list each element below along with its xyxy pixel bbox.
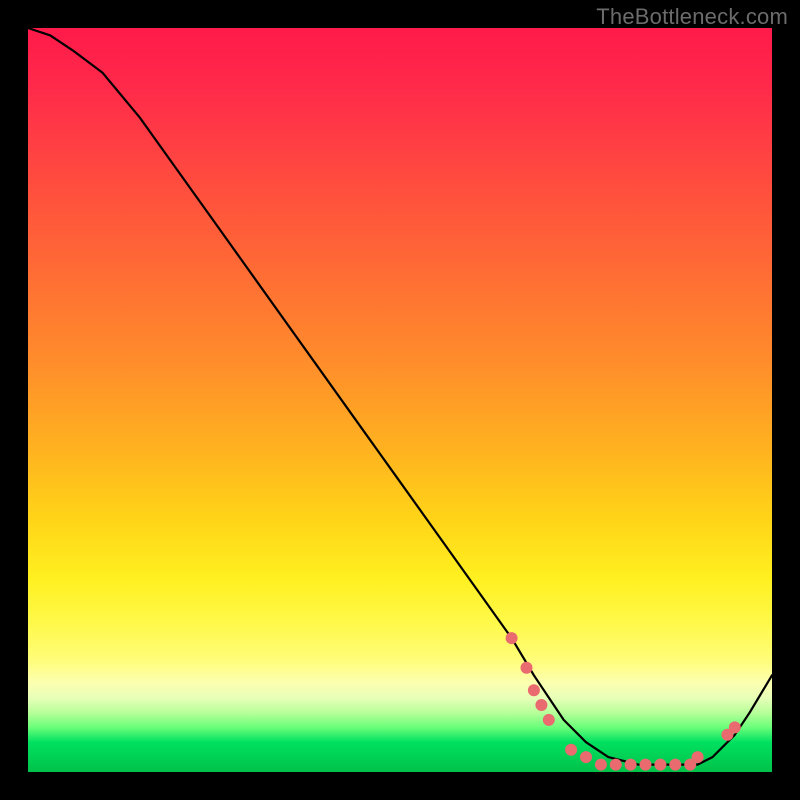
curve-marker — [625, 759, 637, 771]
plot-area — [28, 28, 772, 772]
curve-marker — [654, 759, 666, 771]
chart-frame: TheBottleneck.com — [0, 0, 800, 800]
watermark-text: TheBottleneck.com — [596, 4, 788, 30]
curve-marker — [535, 699, 547, 711]
curve-marker — [595, 759, 607, 771]
curve-marker — [543, 714, 555, 726]
curve-marker — [565, 744, 577, 756]
curve-marker — [521, 662, 533, 674]
bottleneck-curve — [28, 28, 772, 765]
curve-marker — [729, 721, 741, 733]
curve-marker — [528, 684, 540, 696]
curve-marker — [610, 759, 622, 771]
curve-marker — [580, 751, 592, 763]
curve-marker — [640, 759, 652, 771]
curve-marker — [692, 751, 704, 763]
curve-marker — [669, 759, 681, 771]
curve-svg — [28, 28, 772, 772]
markers-group — [506, 632, 741, 771]
curve-marker — [506, 632, 518, 644]
